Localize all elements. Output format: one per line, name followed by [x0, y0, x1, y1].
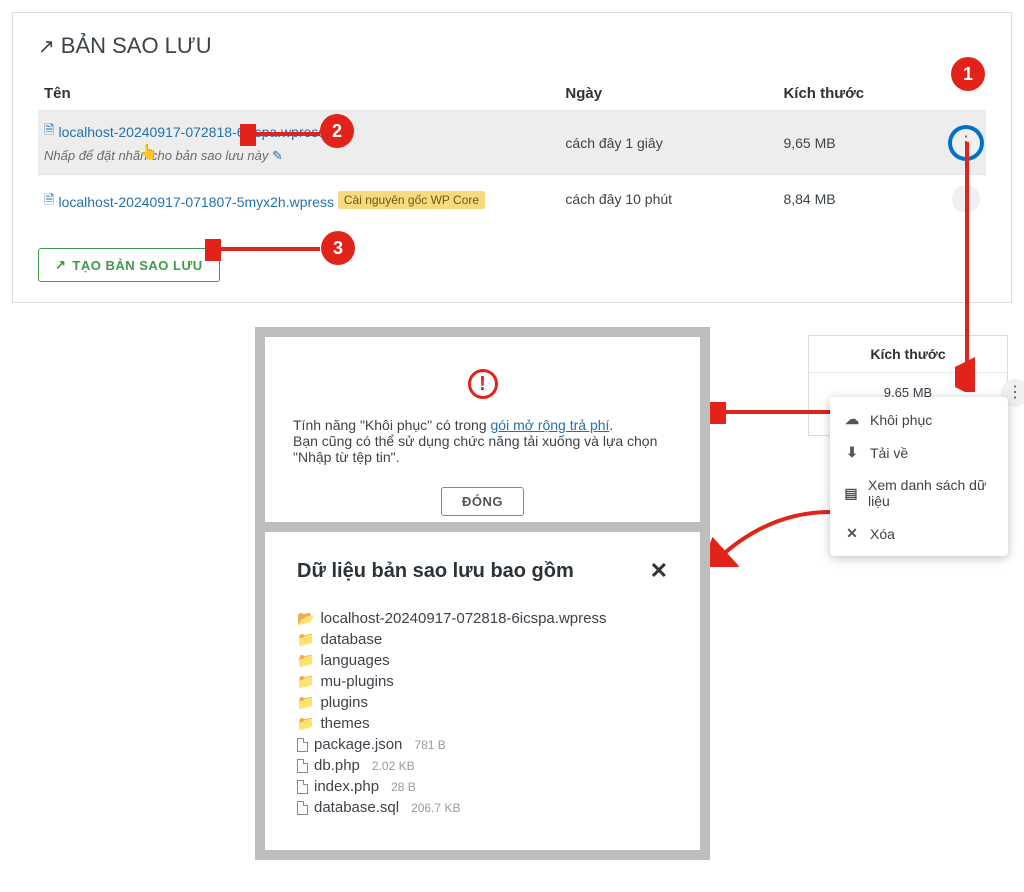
backup-size: 9,65 MB: [777, 111, 919, 175]
warning-icon: !: [468, 369, 498, 399]
file-icon: 🗎: [44, 121, 54, 143]
tree-folder[interactable]: 📁database: [297, 631, 668, 648]
header-size: Kích thước: [777, 77, 919, 111]
file-icon: [297, 801, 308, 815]
backup-date: cách đây 10 phút: [559, 175, 777, 224]
annotation-badge-2: 2: [320, 114, 354, 148]
export-icon: ↗: [55, 257, 66, 273]
tree-file[interactable]: db.php2.02 KB: [297, 757, 668, 774]
tree-folder[interactable]: 📁mu-plugins: [297, 673, 668, 690]
folder-icon: 📁: [297, 652, 314, 669]
dialog-text: Tính năng "Khôi phục" có trong gói mở rộ…: [293, 417, 672, 465]
tree-file[interactable]: index.php28 B: [297, 778, 668, 795]
backups-panel: ↗ BẢN SAO LƯU Tên Ngày Kích thước 🗎 loca…: [12, 12, 1012, 303]
ctx-view-data[interactable]: ▤ Xem danh sách dữ liệu: [830, 469, 1008, 517]
arrow-annotation: [710, 507, 835, 567]
create-backup-button[interactable]: ↗ TẠO BẢN SAO LƯU: [38, 248, 220, 282]
folder-icon: 📁: [297, 694, 314, 711]
filename-text: localhost-20240917-071807-5myx2h.wpress: [58, 194, 334, 210]
arrow-annotation: [205, 239, 325, 261]
folder-icon: 📁: [297, 631, 314, 648]
cursor-icon: 👆: [139, 143, 158, 161]
annotation-badge-3: 3: [321, 231, 355, 265]
annotation-badge-1: 1: [951, 57, 985, 91]
backup-date: cách đây 1 giây: [559, 111, 777, 175]
close-icon[interactable]: ✕: [650, 558, 668, 584]
pencil-icon[interactable]: ✎: [272, 148, 283, 163]
header-name: Tên: [38, 77, 559, 111]
ctx-restore[interactable]: ☁ Khôi phục: [830, 403, 1008, 436]
backup-contents-dialog: Dữ liệu bản sao lưu bao gồm ✕ 📂 localhos…: [255, 522, 710, 860]
cloud-icon: ☁: [844, 411, 860, 428]
panel-title: ↗ BẢN SAO LƯU: [38, 33, 986, 59]
backup-filename-link[interactable]: 🗎 localhost-20240917-071807-5myx2h.wpres…: [44, 191, 334, 213]
tree-folder[interactable]: 📁plugins: [297, 694, 668, 711]
tree-folder[interactable]: 📁themes: [297, 715, 668, 732]
close-icon: ✕: [844, 525, 860, 542]
tree-root-folder[interactable]: 📂 localhost-20240917-072818-6icspa.wpres…: [297, 610, 668, 627]
arrow-annotation: [710, 402, 835, 424]
label-prompt[interactable]: Nhấp để đặt nhãn cho bản sao lưu này ✎: [44, 148, 553, 164]
tree-file[interactable]: database.sql206.7 KB: [297, 799, 668, 816]
file-icon: [297, 738, 308, 752]
backup-table: Tên Ngày Kích thước 🗎 localhost-20240917…: [38, 77, 986, 223]
ctx-delete[interactable]: ✕ Xóa: [830, 517, 1008, 550]
arrow-annotation: [955, 142, 985, 392]
file-icon: [297, 780, 308, 794]
file-tree: 📂 localhost-20240917-072818-6icspa.wpres…: [297, 610, 668, 816]
ctx-download[interactable]: ⬇ Tải về: [830, 436, 1008, 469]
download-icon: ⬇: [844, 444, 860, 461]
context-menu: ☁ Khôi phục ⬇ Tải về ▤ Xem danh sách dữ …: [830, 397, 1008, 556]
arrow-annotation: [240, 124, 325, 146]
folder-open-icon: 📂: [297, 610, 314, 627]
panel-title-text: BẢN SAO LƯU: [61, 33, 212, 59]
backup-size: 8,84 MB: [777, 175, 919, 224]
folder-icon: 📁: [297, 715, 314, 732]
wpcore-badge: Cài nguyên gốc WP Core: [338, 191, 485, 209]
file-icon: [297, 759, 308, 773]
export-icon: ↗: [38, 34, 55, 59]
table-row[interactable]: 🗎 localhost-20240917-072818-6icspa.wpres…: [38, 111, 986, 175]
folder-icon: 📁: [297, 673, 314, 690]
header-date: Ngày: [559, 77, 777, 111]
file-icon: 🗎: [44, 191, 54, 213]
paid-extension-link[interactable]: gói mở rộng trả phí: [491, 417, 610, 433]
close-button[interactable]: ĐÓNG: [441, 487, 524, 516]
tree-folder[interactable]: 📁languages: [297, 652, 668, 669]
table-row[interactable]: 🗎 localhost-20240917-071807-5myx2h.wpres…: [38, 175, 986, 224]
tree-file[interactable]: package.json781 B: [297, 736, 668, 753]
tree-dialog-title: Dữ liệu bản sao lưu bao gồm: [297, 560, 574, 583]
list-icon: ▤: [844, 485, 858, 502]
